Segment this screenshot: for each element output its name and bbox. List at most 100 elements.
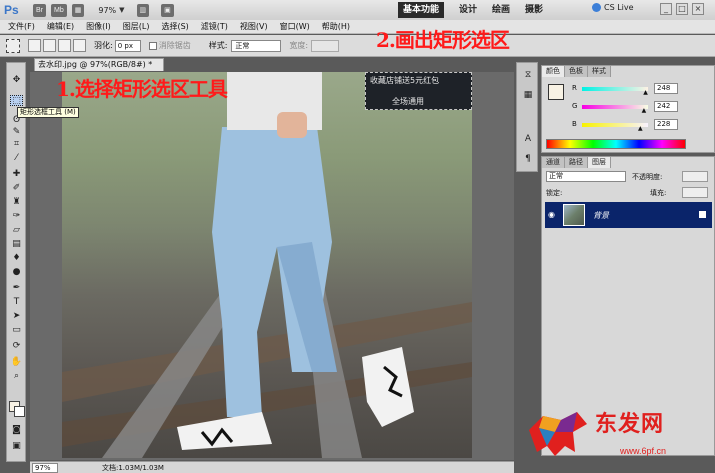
cs-live-button[interactable]: CS Live [592,3,634,12]
status-bar: 97% 文档:1.03M/1.03M [30,461,514,473]
subtract-selection-button[interactable] [58,39,71,52]
clone-stamp-tool-icon[interactable]: ♜ [10,197,23,208]
tab-styles[interactable]: 样式 [588,66,611,77]
rectangular-marquee-tool-icon[interactable]: ⬚ [10,95,23,106]
3d-rotate-tool-icon[interactable]: ⟳ [10,341,23,352]
watermark-brand: 东发网 [595,411,665,437]
red-track[interactable] [582,87,648,91]
red-thumb[interactable]: ▲ [643,90,648,96]
zoom-tool-icon[interactable]: ⌕ [10,371,23,382]
paragraph-panel-icon[interactable]: ¶ [522,153,534,165]
menu-window[interactable]: 窗口(W) [280,21,310,32]
menu-help[interactable]: 帮助(H) [322,21,350,32]
blue-thumb[interactable]: ▲ [638,126,643,132]
menu-image[interactable]: 图像(I) [86,21,111,32]
menu-filter[interactable]: 滤镜(T) [201,21,228,32]
fill-label: 填充: [650,189,667,197]
character-panel-icon[interactable]: A [522,133,534,145]
marquee-tooltip: 矩形选框工具 (M) [17,107,79,118]
blur-tool-icon[interactable]: ♦ [10,253,23,264]
spot-healing-tool-icon[interactable]: ✚ [10,169,23,180]
pen-tool-icon[interactable]: ✒ [10,283,23,294]
color-panel-tabs: 颜色 色板 样式 [542,66,611,77]
menu-edit[interactable]: 编辑(E) [47,21,74,32]
color-spectrum-bar[interactable] [546,139,686,149]
menu-layer[interactable]: 图层(L) [123,21,150,32]
current-color-swatch[interactable] [548,84,564,100]
collapsed-panel-dock: ⧖ ▦ A ¶ [516,62,538,172]
blue-value-input[interactable]: 228 [654,119,678,130]
green-track[interactable] [582,105,648,109]
opacity-input[interactable] [682,171,708,182]
workspace-photography[interactable]: 摄影 [525,2,543,18]
eraser-tool-icon[interactable]: ▱ [10,225,23,236]
add-selection-button[interactable] [43,39,56,52]
tab-layers[interactable]: 图层 [588,157,611,168]
maximize-icon[interactable]: □ [676,3,688,15]
grid-icon[interactable]: ▦ [71,3,85,17]
green-thumb[interactable]: ▲ [642,108,647,114]
feather-input[interactable]: 0 px [114,39,141,52]
path-selection-tool-icon[interactable]: ➤ [10,311,23,322]
close-icon[interactable]: × [692,3,704,15]
menu-select[interactable]: 选择(S) [161,21,188,32]
arrange-documents-icon[interactable]: ▥ [136,3,150,17]
hand-tool-icon[interactable]: ✋ [10,357,23,368]
intersect-selection-button[interactable] [73,39,86,52]
history-brush-tool-icon[interactable]: ✑ [10,211,23,222]
step2-annotation: 2.画出矩形选区 [376,28,510,52]
marquee-preset-icon[interactable] [6,38,20,53]
status-zoom-input[interactable]: 97% [32,463,58,473]
quick-selection-tool-icon[interactable]: ✎ [10,127,23,138]
document-size-info[interactable]: 文档:1.03M/1.03M [102,463,164,473]
screen-mode-tool-icon[interactable]: ▣ [10,441,23,452]
type-tool-icon[interactable]: T [10,297,23,308]
color-panel: 颜色 色板 样式 R ▲ 248 G ▲ 242 B ▲ 228 [541,65,715,153]
promo-watermark-selection[interactable]: 收藏店铺送5元红包 全场通用 [365,72,472,110]
tab-swatches[interactable]: 色板 [565,66,588,77]
menu-view[interactable]: 视图(V) [240,21,268,32]
style-select[interactable]: 正常 [231,39,282,52]
gradient-tool-icon[interactable]: ▤ [10,239,23,250]
brush-tool-icon[interactable]: ✐ [10,183,23,194]
slider-green-label: G [572,102,578,110]
history-panel-icon[interactable]: ⧖ [522,69,534,81]
photoshop-logo: Ps [4,3,19,17]
new-selection-button[interactable] [28,39,41,52]
tab-paths[interactable]: 路径 [565,157,588,168]
mini-bridge-button[interactable]: Mb [51,3,67,17]
eyedropper-tool-icon[interactable]: ⁄ [10,153,23,164]
quick-mask-icon[interactable]: ◙ [10,425,23,436]
cs-live-icon [592,3,601,12]
title-bar: Ps Br Mb ▦ 97% ▼ ▥ ▣ 基本功能 设计 绘画 摄影 CS Li… [0,0,715,20]
navigator-panel-icon[interactable]: ▦ [522,89,534,101]
eye-icon[interactable]: ◉ [548,210,555,219]
red-value-input[interactable]: 248 [654,83,678,94]
options-bar: 羽化: 0 px 消除锯齿 样式: 正常 宽度: [0,35,715,57]
antialias-checkbox[interactable] [148,41,157,50]
workspace-painting[interactable]: 绘画 [492,2,510,18]
background-color-swatch[interactable] [14,406,25,417]
chevron-down-icon[interactable]: ▼ [119,6,124,14]
dodge-tool-icon[interactable]: ● [10,267,23,278]
feather-label: 羽化: [94,41,113,50]
rectangle-tool-icon[interactable]: ▭ [10,325,23,336]
menu-file[interactable]: 文件(F) [8,21,35,32]
move-tool-icon[interactable]: ✥ [10,75,23,86]
fill-input[interactable] [682,187,708,198]
layer-background[interactable]: ◉ 背景 [545,202,712,228]
zoom-level-select[interactable]: 97% [98,6,116,15]
green-value-input[interactable]: 242 [654,101,678,112]
tab-channels[interactable]: 通道 [542,157,565,168]
promo-line2: 全场通用 [392,97,424,106]
workspace-design[interactable]: 设计 [459,2,477,18]
document-tab[interactable]: 去水印.jpg @ 97%(RGB/8#) * [34,58,164,71]
bridge-button[interactable]: Br [33,3,46,17]
blend-mode-select[interactable]: 正常 [546,171,626,182]
crop-tool-icon[interactable]: ⌗ [10,139,23,150]
width-input[interactable] [311,39,340,52]
tab-color[interactable]: 颜色 [542,66,565,77]
workspace-essentials[interactable]: 基本功能 [398,2,445,18]
minimize-icon[interactable]: _ [660,3,672,15]
screen-mode-icon[interactable]: ▣ [161,3,174,17]
